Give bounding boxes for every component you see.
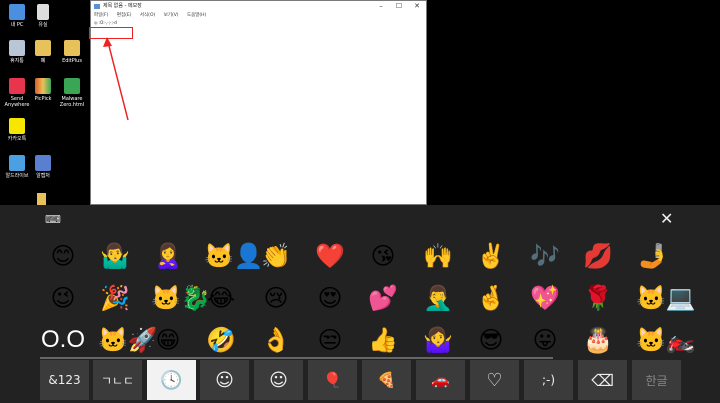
emoji-key[interactable]: 🐱‍💻 (636, 281, 696, 315)
emoji-key[interactable]: 💖 (528, 281, 562, 315)
close-keyboard-button[interactable]: ✕ (660, 209, 673, 228)
emoji-key[interactable]: 😢 (259, 281, 293, 315)
numbers-key[interactable]: &123 (40, 360, 89, 400)
emoji-key[interactable]: 🤣 (204, 323, 238, 357)
emoji-key[interactable]: 🙌 (421, 239, 455, 273)
emoji-key[interactable]: 💕 (366, 281, 400, 315)
emoji-key[interactable]: 🌹 (581, 281, 615, 315)
emoji-key[interactable]: 😂 (204, 281, 238, 315)
people-tab-icon[interactable]: ☺ (254, 360, 303, 400)
backspace-key[interactable]: ⌫ (578, 360, 627, 400)
emoji-scrollbar[interactable] (40, 357, 553, 359)
emoji-key[interactable]: 😎 (474, 323, 508, 357)
hangul-language-key[interactable]: 한글 (632, 360, 681, 400)
keyboard-top-bar: ⌨ ✕ (0, 205, 720, 233)
emoji-key[interactable]: 😉 (46, 281, 80, 315)
celebration-tab-balloon-icon[interactable]: 🎈 (308, 360, 357, 400)
emoji-key[interactable]: 😁 (151, 323, 185, 357)
emoji-key[interactable]: 👌 (259, 323, 293, 357)
emoji-key[interactable]: 💋 (581, 239, 615, 273)
emoji-key[interactable]: 😍 (313, 281, 347, 315)
keyboard-bottom-row: &123 ㄱㄴㄷ 🕓 ☺ ☺ 🎈 🍕 🚗 ♡ ;-) ⌫ 한글 (0, 360, 720, 400)
emoji-key[interactable]: 🐱‍👤 (204, 239, 264, 273)
emoji-key[interactable]: 😛 (528, 323, 562, 357)
emoji-key[interactable]: 🐱‍🏍 (636, 323, 696, 357)
emoji-key[interactable]: 👏 (259, 239, 293, 273)
travel-tab-car-icon[interactable]: 🚗 (416, 360, 465, 400)
emoji-key[interactable]: 🤞 (474, 281, 508, 315)
hangul-letters-key[interactable]: ㄱㄴㄷ (93, 360, 142, 400)
emoji-key[interactable]: 🤷‍♀️ (421, 323, 455, 357)
emoji-key[interactable]: 😊 (46, 239, 80, 273)
annotation-arrow (103, 37, 129, 121)
emoji-key[interactable]: ❤️ (313, 239, 347, 273)
keyboard-settings-icon[interactable]: ⌨ (45, 213, 61, 226)
emoji-key[interactable]: 🤷‍♂️ (98, 239, 132, 273)
food-tab-pizza-icon[interactable]: 🍕 (362, 360, 411, 400)
emoji-key[interactable]: ✌️ (474, 239, 508, 273)
recent-tab-clock-icon[interactable]: 🕓 (147, 360, 196, 400)
emoji-key[interactable]: 🤳 (636, 239, 670, 273)
emoji-key[interactable]: 👍 (366, 323, 400, 357)
emoji-key[interactable]: 🎶 (528, 239, 562, 273)
emoji-key[interactable]: 🤦‍♂️ (421, 281, 455, 315)
symbols-tab-heart-icon[interactable]: ♡ (470, 360, 519, 400)
emoji-key[interactable]: 🎂 (581, 323, 615, 357)
smileys-tab-icon[interactable]: ☺ (200, 360, 249, 400)
emoji-key[interactable]: 🙎‍♀️ (151, 239, 185, 273)
emoticon-key[interactable]: O.O (40, 323, 86, 357)
emoticons-tab[interactable]: ;-) (524, 360, 573, 400)
emoji-key[interactable]: 🐱‍🐉 (151, 281, 211, 315)
emoji-key[interactable]: 😘 (366, 239, 400, 273)
emoji-key[interactable]: 🎉 (98, 281, 132, 315)
emoji-key[interactable]: 🐱‍🚀 (98, 323, 158, 357)
emoji-key[interactable]: 😒 (313, 323, 347, 357)
